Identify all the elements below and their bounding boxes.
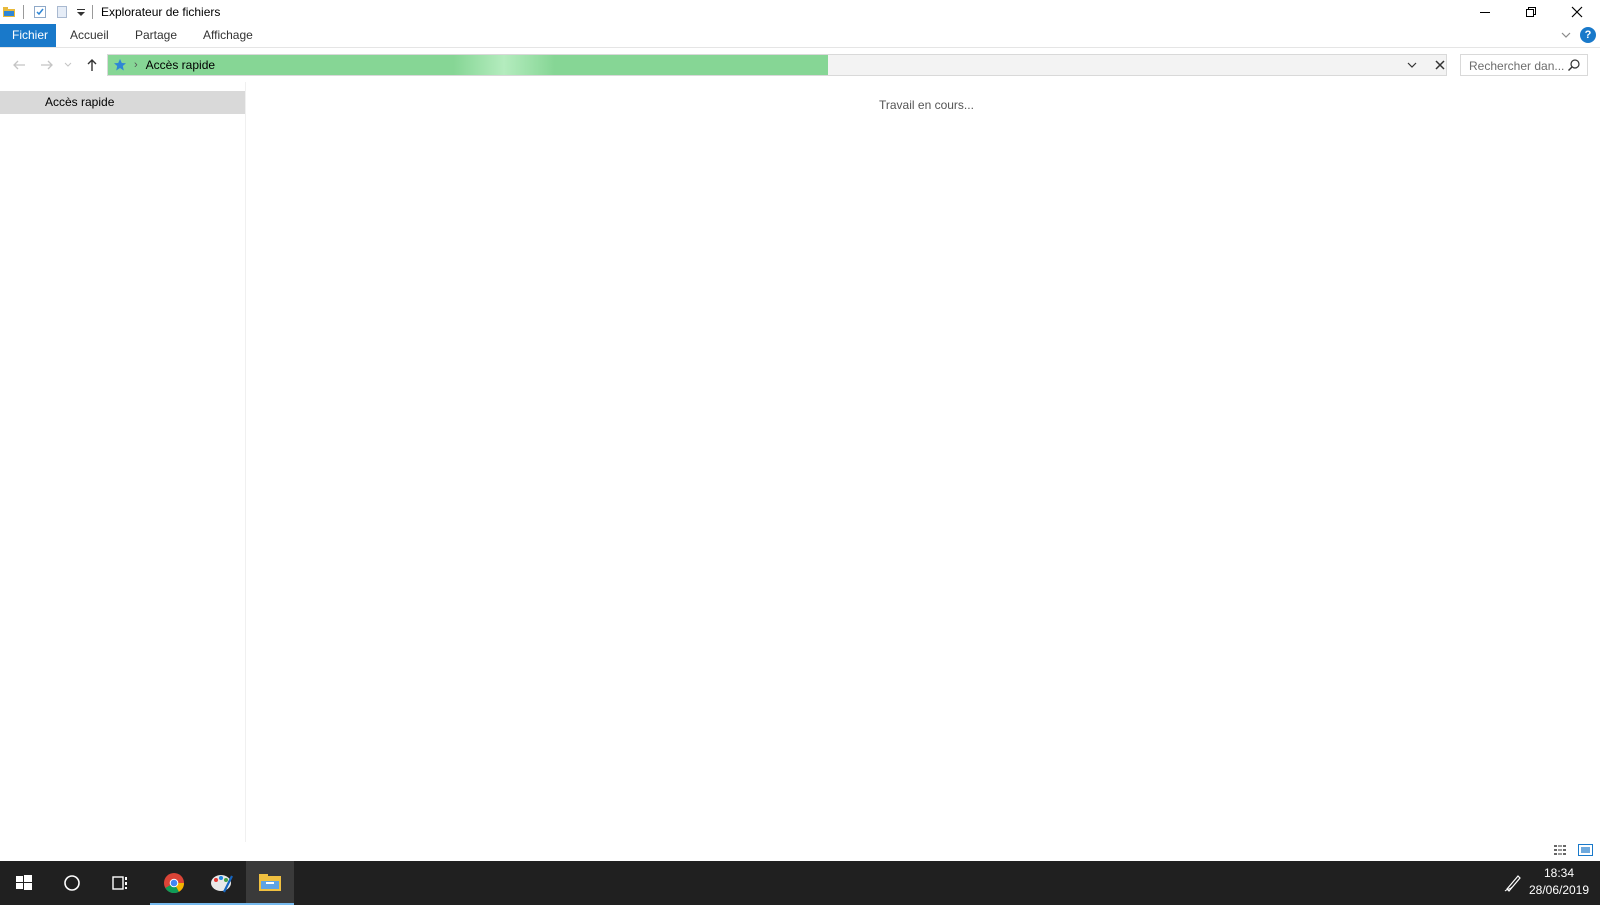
sidebar-item-acces-rapide[interactable]: Accès rapide (0, 91, 245, 114)
chrome-icon (164, 873, 185, 894)
close-icon (1435, 60, 1445, 70)
window-title: Explorateur de fichiers (101, 5, 221, 19)
tab-partage[interactable]: Partage (123, 24, 189, 47)
quick-access-star-icon (112, 57, 128, 73)
search-placeholder: Rechercher dan... (1469, 59, 1565, 73)
ribbon: Fichier Accueil Partage Affichage ? (0, 24, 1600, 48)
tab-affichage[interactable]: Affichage (191, 24, 265, 47)
close-button[interactable] (1554, 0, 1600, 24)
breadcrumb-location[interactable]: Accès rapide (146, 58, 215, 72)
file-list-pane[interactable]: Travail en cours... (246, 82, 1600, 842)
pen-workspace-icon[interactable] (1504, 872, 1524, 895)
address-bar[interactable]: › Accès rapide (107, 54, 1447, 76)
start-button[interactable] (0, 861, 48, 905)
back-button[interactable] (10, 56, 28, 74)
clock-time: 18:34 (1543, 866, 1575, 880)
cortana-button[interactable] (48, 861, 96, 905)
restore-button[interactable] (1508, 0, 1554, 24)
paint-icon (211, 875, 233, 893)
taskbar-chrome-button[interactable] (150, 861, 198, 905)
up-button[interactable] (83, 56, 101, 74)
taskbar: 18:34 28/06/2019 (0, 861, 1600, 905)
new-folder-icon[interactable] (55, 5, 69, 22)
separator (92, 5, 93, 19)
minimize-button[interactable] (1462, 0, 1508, 24)
navigation-pane: Accès rapide (0, 82, 246, 842)
details-view-icon[interactable] (1554, 844, 1570, 859)
arrow-left-icon (13, 60, 25, 70)
large-icons-view-icon[interactable] (1578, 844, 1594, 859)
search-icon[interactable] (1567, 58, 1581, 75)
separator (23, 5, 24, 19)
arrow-up-icon (87, 59, 97, 71)
forward-button[interactable] (38, 56, 56, 74)
customize-toolbar-icon[interactable] (76, 7, 86, 21)
search-box[interactable]: Rechercher dan... (1460, 54, 1588, 76)
clock-date: 28/06/2019 (1528, 883, 1590, 897)
tab-accueil[interactable]: Accueil (58, 24, 121, 47)
file-explorer-icon (259, 874, 281, 891)
taskbar-file-explorer-button[interactable] (246, 861, 294, 905)
arrow-right-icon (41, 60, 53, 70)
recent-locations-button[interactable] (63, 56, 73, 74)
stop-loading-button[interactable] (1430, 55, 1450, 75)
sidebar-item-label: Accès rapide (45, 95, 115, 109)
chevron-down-icon (1407, 62, 1417, 68)
windows-start-icon (16, 875, 32, 890)
taskbar-paint-button[interactable] (198, 861, 246, 905)
loading-status: Travail en cours... (879, 98, 974, 112)
help-icon[interactable]: ? (1580, 27, 1596, 43)
task-view-button[interactable] (96, 861, 144, 905)
restore-icon (1526, 7, 1536, 17)
task-view-icon (112, 876, 127, 890)
folder-icon (2, 5, 16, 22)
title-bar: Explorateur de fichiers (0, 0, 1600, 24)
minimize-icon (1480, 12, 1490, 13)
chevron-down-icon (64, 62, 72, 67)
close-icon (1571, 6, 1583, 18)
system-clock[interactable]: 18:34 28/06/2019 (1524, 865, 1594, 899)
tab-fichier[interactable]: Fichier (0, 24, 56, 47)
navigation-bar: › Accès rapide (0, 48, 1600, 82)
expand-ribbon-icon[interactable] (1560, 29, 1572, 44)
address-dropdown-button[interactable] (1402, 55, 1422, 75)
properties-icon[interactable] (33, 5, 47, 22)
cortana-icon (64, 875, 80, 891)
breadcrumb-chevron-icon[interactable]: › (134, 59, 138, 71)
address-progress-bar (108, 55, 828, 75)
